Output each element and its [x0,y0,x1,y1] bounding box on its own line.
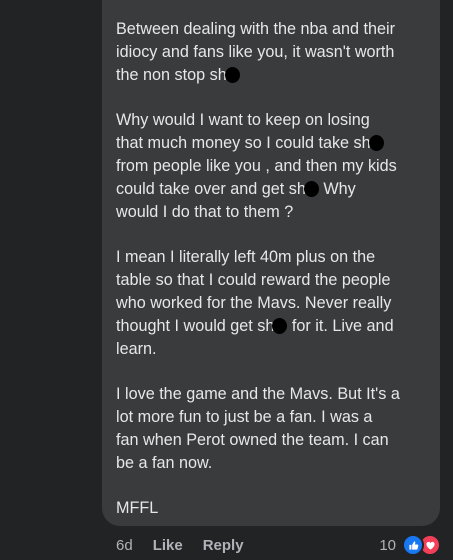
comment-line: table so that I could reward the people [116,269,428,292]
comment-text: fan when Perot owned the team. I can [116,431,389,449]
comment-timestamp[interactable]: 6d [116,537,133,554]
comment-text: I mean I literally left 40m plus on the [116,248,376,266]
comment-text: I love the game and the Mavs. But It's a [116,385,400,403]
comment-line: from people like you , and then my kids [116,155,428,178]
comment-text: thought I would get sh [116,317,275,335]
comment-paragraph: I mean I literally left 40m plus on the t… [116,246,428,361]
comment-text: for it. Live and [287,317,394,335]
comment-line: who worked for the Mavs. Never really [116,292,428,315]
comment-text: table so that I could reward the people [116,271,391,289]
comment-text: idiocy and fans like you, it wasn't wort… [116,43,395,61]
comment-paragraph: I love the game and the Mavs. But It's a… [116,383,428,475]
reaction-summary[interactable]: 10 [379,534,441,556]
comment-text: could take over and get sh [116,180,306,198]
comment-line: the non stop sh [116,64,428,87]
redaction-mark [303,181,319,197]
comment-text: MFFL [116,499,159,517]
comment-text: lot more fun to just be a fan. I was a [116,408,373,426]
comment-line: learn. [116,338,428,361]
comment-text: who worked for the Mavs. Never really [116,294,392,312]
comment-line: Why would I want to keep on losing [116,109,428,132]
comment-line: would I do that to them ? [116,201,428,224]
comment-text: from people like you , and then my kids [116,157,397,175]
comment-line: thought I would get sh for it. Live and [116,315,428,338]
comment-text: that much money so I could take sh [116,134,371,152]
like-button[interactable]: Like [153,537,183,554]
comment-line: that much money so I could take sh [116,132,428,155]
comment-line: lot more fun to just be a fan. I was a [116,406,428,429]
comment-text: Between dealing with the nba and their [116,20,395,38]
redaction-mark [272,318,288,334]
comment-text: Why would I want to keep on losing [116,111,370,129]
comment-paragraph: MFFL [116,497,428,520]
comment-paragraph: Why would I want to keep on losing that m… [116,109,428,224]
comment-line: Between dealing with the nba and their [116,18,428,41]
reaction-count: 10 [379,536,396,554]
comment-bubble: Between dealing with the nba and their id… [102,0,440,526]
comment-body: Between dealing with the nba and their id… [116,18,428,520]
comment-line: I mean I literally left 40m plus on the [116,246,428,269]
comment-text: Why [318,180,356,198]
redaction-mark [368,135,384,151]
comment-text: learn. [116,340,157,358]
comment-line: MFFL [116,497,428,520]
comment-line: be a fan now. [116,452,428,475]
comment-line: I love the game and the Mavs. But It's a [116,383,428,406]
comment-text: would I do that to them ? [116,203,294,221]
comment-line: idiocy and fans like you, it wasn't wort… [116,41,428,64]
comment-paragraph: Between dealing with the nba and their id… [116,18,428,87]
comment-actions: 6d Like Reply [116,534,244,556]
redaction-mark [224,67,240,83]
thumbs-up-icon [402,534,424,556]
reply-button[interactable]: Reply [203,537,244,554]
comment-line: fan when Perot owned the team. I can [116,429,428,452]
comment-text: the non stop sh [116,66,227,84]
comment-line: could take over and get sh Why [116,178,428,201]
comment-text: be a fan now. [116,454,213,472]
comment-thread: Between dealing with the nba and their id… [0,0,453,560]
